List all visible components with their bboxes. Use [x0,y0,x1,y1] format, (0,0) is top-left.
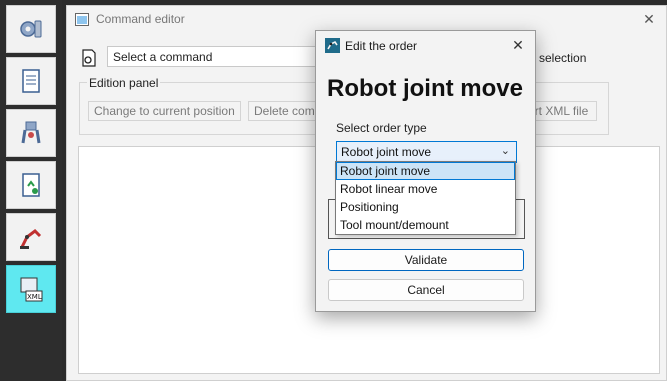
cancel-button[interactable]: Cancel [328,279,524,301]
sidebar: XML [0,0,62,381]
settings-gear-icon [20,20,42,38]
window-title-bar: Command editor [75,12,185,26]
order-type-label: Select order type [336,121,427,135]
sidebar-item-documents[interactable] [6,57,56,105]
order-type-value: Robot joint move [341,145,432,159]
validate-button[interactable]: Validate [328,249,524,271]
dialog-close-icon[interactable]: ✕ [507,34,529,56]
sidebar-item-robot-arm[interactable] [6,213,56,261]
robot-arm-icon [20,229,42,249]
sidebar-item-upload[interactable] [6,161,56,209]
window-title: Command editor [96,12,185,26]
document-list-icon [22,69,40,93]
option-robot-linear-move[interactable]: Robot linear move [336,180,515,198]
command-select[interactable]: Select a command [107,46,329,67]
app-icon [325,38,340,53]
order-heading: Robot joint move [327,75,523,102]
selection-label: selection [539,51,587,65]
change-to-current-position-button[interactable]: Change to current position [88,101,241,121]
order-type-dropdown-list: Robot joint move Robot linear move Posit… [335,161,516,235]
sidebar-item-xml[interactable]: XML [6,265,56,313]
option-robot-joint-move[interactable]: Robot joint move [336,162,515,180]
xml-file-icon: XML [20,277,43,302]
edition-panel-title: Edition panel [87,76,161,90]
delete-command-button[interactable]: Delete com [248,101,318,121]
upload-document-icon [22,173,40,197]
window-icon [75,12,89,26]
window-close-icon[interactable]: ✕ [638,8,660,30]
command-file-icon[interactable] [80,49,98,67]
sidebar-item-gripper[interactable] [6,109,56,157]
dialog-title: Edit the order [345,39,418,53]
option-tool-mount-demount[interactable]: Tool mount/demount [336,216,515,234]
robot-gripper-icon [21,121,41,144]
order-type-select[interactable]: Robot joint move ⌄ [336,141,517,163]
chevron-down-icon: ⌄ [500,145,510,157]
option-positioning[interactable]: Positioning [336,198,515,216]
sidebar-item-settings[interactable] [6,5,56,53]
svg-text:XML: XML [27,293,42,301]
